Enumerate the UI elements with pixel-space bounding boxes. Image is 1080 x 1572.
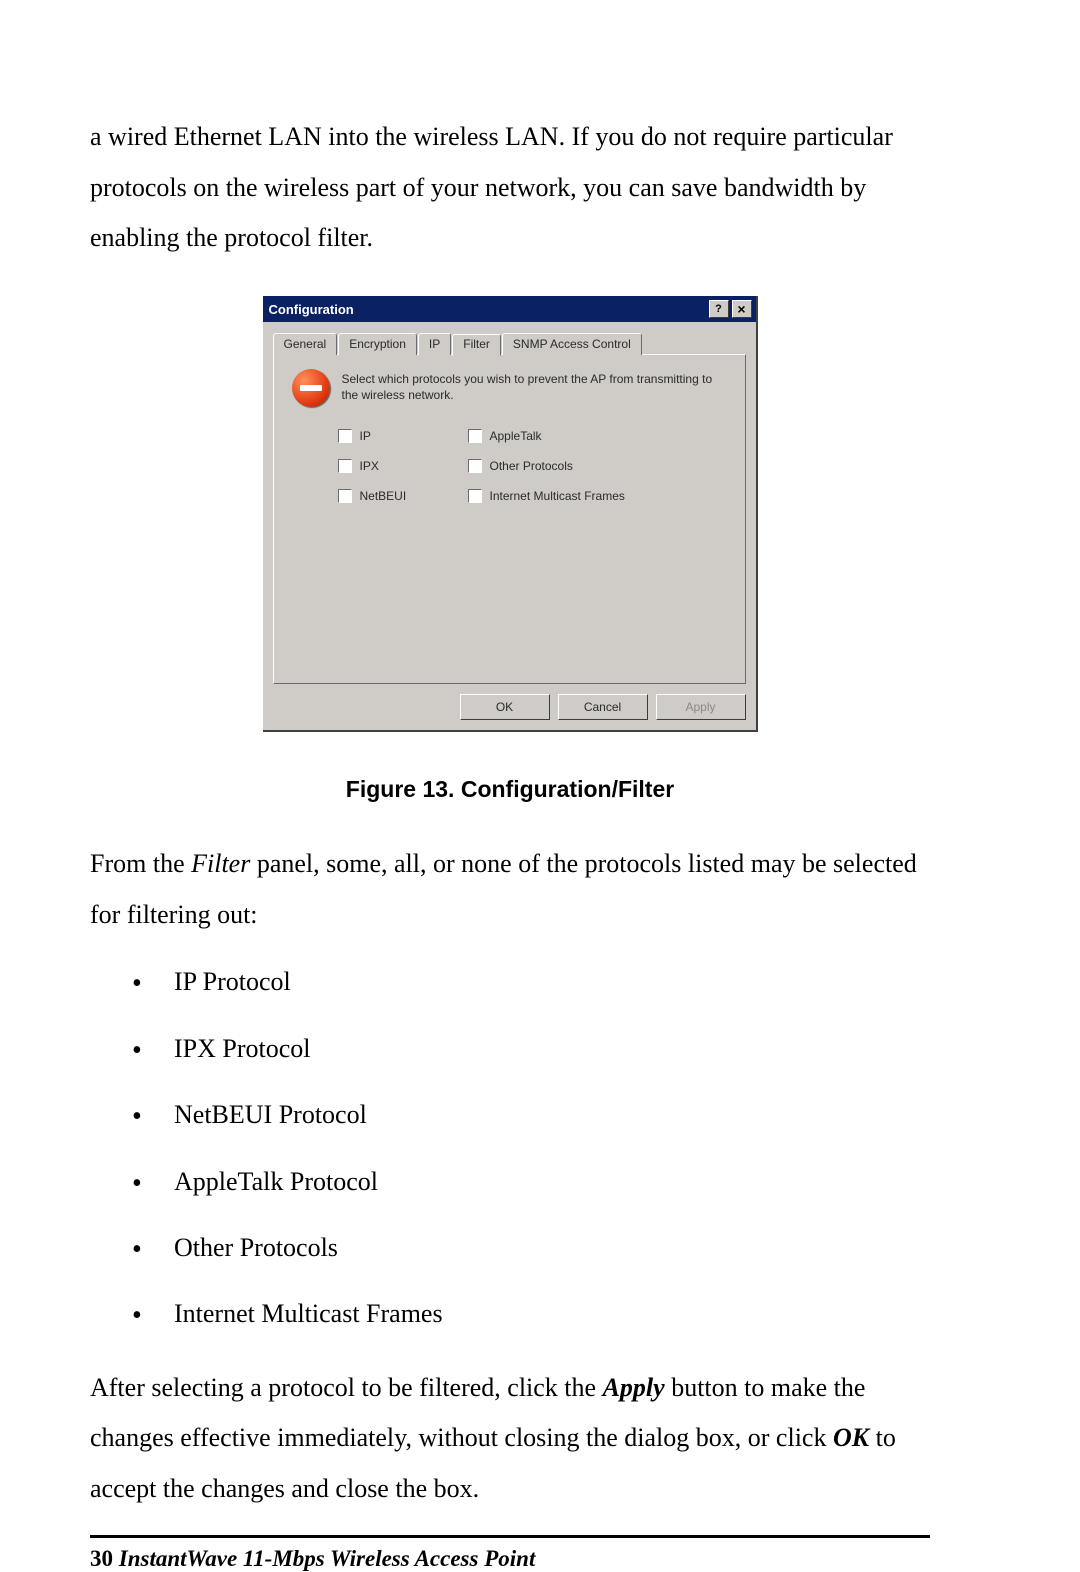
list-item: AppleTalk Protocol: [132, 1164, 930, 1200]
ok-emphasis: OK: [833, 1423, 869, 1452]
protocol-list: IP Protocol IPX Protocol NetBEUI Protoco…: [90, 964, 930, 1332]
checkbox-ipx[interactable]: IPX: [338, 459, 468, 473]
checkbox-netbeui[interactable]: NetBEUI: [338, 489, 468, 503]
filter-instruction-text: Select which protocols you wish to preve…: [342, 369, 727, 403]
help-icon[interactable]: [709, 300, 729, 318]
no-entry-icon: [292, 369, 330, 407]
list-item: Other Protocols: [132, 1230, 930, 1266]
tab-filter[interactable]: Filter: [452, 334, 501, 356]
tab-pane-filter: Select which protocols you wish to preve…: [273, 354, 746, 684]
dialog-title: Configuration: [269, 302, 706, 317]
checkbox-label: Internet Multicast Frames: [490, 489, 625, 503]
checkbox-other-protocols[interactable]: Other Protocols: [468, 459, 727, 473]
text-span: From the: [90, 849, 191, 878]
close-icon[interactable]: [732, 300, 752, 318]
after-figure-paragraph: From the Filter panel, some, all, or non…: [90, 839, 930, 940]
checkbox-icon: [338, 459, 352, 473]
intro-paragraph: a wired Ethernet LAN into the wireless L…: [90, 112, 930, 264]
after-list-paragraph: After selecting a protocol to be filtere…: [90, 1363, 930, 1515]
dialog-titlebar: Configuration: [263, 296, 756, 322]
page-number: 30: [90, 1546, 113, 1571]
filter-emphasis: Filter: [191, 849, 250, 878]
checkbox-ip[interactable]: IP: [338, 429, 468, 443]
checkbox-icon: [338, 489, 352, 503]
checkbox-label: IP: [360, 429, 371, 443]
tab-encryption[interactable]: Encryption: [338, 333, 417, 355]
config-dialog: Configuration General Encryption IP Filt…: [263, 296, 758, 732]
list-item: IP Protocol: [132, 964, 930, 1000]
checkbox-label: NetBEUI: [360, 489, 407, 503]
figure-caption: Figure 13. Configuration/Filter: [90, 776, 930, 803]
checkbox-label: Other Protocols: [490, 459, 573, 473]
checkbox-icon: [468, 489, 482, 503]
config-dialog-figure: Configuration General Encryption IP Filt…: [263, 296, 758, 732]
cancel-button[interactable]: Cancel: [558, 694, 648, 720]
checkbox-internet-multicast-frames[interactable]: Internet Multicast Frames: [468, 489, 727, 503]
page-footer: 30 InstantWave 11-Mbps Wireless Access P…: [90, 1546, 930, 1572]
checkbox-icon: [468, 459, 482, 473]
text-span: After selecting a protocol to be filtere…: [90, 1373, 603, 1402]
checkbox-appletalk[interactable]: AppleTalk: [468, 429, 727, 443]
ok-button[interactable]: OK: [460, 694, 550, 720]
list-item: Internet Multicast Frames: [132, 1296, 930, 1332]
checkbox-label: IPX: [360, 459, 379, 473]
tab-general[interactable]: General: [273, 333, 338, 355]
apply-button[interactable]: Apply: [656, 694, 746, 720]
list-item: NetBEUI Protocol: [132, 1097, 930, 1133]
dialog-button-row: OK Cancel Apply: [263, 686, 756, 730]
footer-divider: [90, 1535, 930, 1538]
list-item: IPX Protocol: [132, 1031, 930, 1067]
checkbox-label: AppleTalk: [490, 429, 542, 443]
apply-emphasis: Apply: [603, 1373, 665, 1402]
tab-snmp[interactable]: SNMP Access Control: [502, 333, 642, 355]
dialog-tabs: General Encryption IP Filter SNMP Access…: [273, 332, 746, 354]
footer-product-name: InstantWave 11-Mbps Wireless Access Poin…: [119, 1546, 536, 1571]
checkbox-icon: [468, 429, 482, 443]
tab-ip[interactable]: IP: [418, 333, 451, 355]
checkbox-icon: [338, 429, 352, 443]
